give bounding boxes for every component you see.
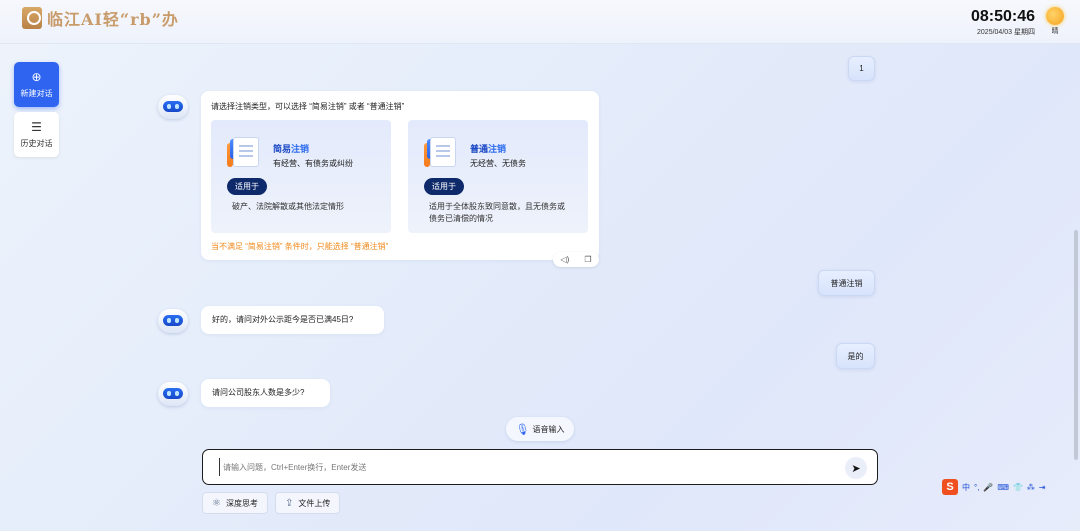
bot-message: 请选择注销类型，可以选择 “简易注销” 或者 “普通注销” 简易注销 有经营、有… (201, 91, 599, 267)
microphone-icon: 🎙 (515, 423, 530, 436)
ime-item[interactable]: ⇥ (1039, 483, 1046, 492)
user-message-text: 是的 (847, 352, 864, 361)
ime-logo-icon: S (942, 479, 958, 495)
logo-icon (22, 7, 42, 29)
new-chat-button[interactable]: ⊕ 新建对话 (14, 62, 59, 107)
clock-date: 2025/04/03 星期四 (977, 29, 1035, 36)
scrollbar[interactable] (1074, 50, 1078, 520)
ime-item[interactable]: 中 (962, 482, 970, 493)
voice-input-button[interactable]: 🎙 语音输入 (506, 417, 574, 441)
ime-item[interactable]: ⌨ (997, 483, 1009, 492)
bot-avatar (156, 93, 190, 123)
option-card-simple[interactable]: 简易注销 有经营、有债务或纠纷 适用于 破产、法院解散或其他法定情形 (211, 120, 391, 233)
sun-icon (1046, 7, 1064, 25)
message-actions: ◁) ❐ (553, 252, 599, 267)
copy-icon[interactable]: ❐ (584, 255, 591, 264)
new-chat-label: 新建对话 (20, 88, 53, 98)
bot-avatar (156, 307, 190, 337)
atom-icon: ⚛ (212, 497, 221, 509)
chat-input-box: ➤ (202, 449, 878, 485)
card-description: 适用于全体股东致同意散，且无债务或债务已清偿的情况 (429, 202, 565, 223)
weather-label: 晴 (1051, 28, 1059, 35)
speaker-icon[interactable]: ◁) (561, 255, 570, 264)
bot-message-text: 请问公司股东人数是多少? (212, 388, 305, 397)
document-icon (227, 137, 261, 169)
applies-to-badge: 适用于 (424, 178, 464, 195)
logo-text: 临江AI轻“rb”办 (47, 10, 179, 29)
file-upload-button[interactable]: ⇪ 文件上传 (275, 492, 341, 514)
send-button[interactable]: ➤ (845, 457, 867, 479)
bot-avatar (156, 380, 190, 410)
top-bar: 临江AI轻“rb”办 08:50:46 2025/04/03 星期四 晴 (0, 0, 1080, 44)
weather: 晴 (1044, 7, 1066, 36)
document-icon (424, 137, 458, 169)
card-subtitle: 无经营、无债务 (470, 159, 526, 168)
history-label: 历史对话 (20, 138, 53, 148)
ime-item[interactable]: 🎤 (983, 483, 993, 492)
clock-time: 08:50:46 (970, 8, 1035, 25)
user-message-text: 1 (859, 64, 864, 73)
note-text: 当不满足 “简易注销” 条件时，只能选择 “普通注销” (211, 242, 389, 251)
bot-message: 好的，请问对外公示距今是否已满45日? (201, 306, 384, 334)
upload-icon: ⇪ (285, 497, 294, 509)
send-icon: ➤ (851, 462, 861, 475)
card-subtitle: 有经营、有债务或纠纷 (273, 159, 353, 168)
option-card-normal[interactable]: 普通注销 无经营、无债务 适用于 适用于全体股东致同意散，且无债务或债务已清偿的… (408, 120, 588, 233)
chat-input[interactable] (219, 458, 819, 476)
bot-message: 请问公司股东人数是多少? (201, 379, 330, 407)
user-message: 普通注销 (818, 270, 875, 296)
clock: 08:50:46 2025/04/03 星期四 (971, 8, 1035, 37)
ime-item[interactable]: ⁂ (1027, 483, 1035, 492)
voice-input-label: 语音输入 (532, 424, 565, 434)
ime-item[interactable]: 👕 (1013, 483, 1023, 492)
user-message-text: 普通注销 (830, 279, 863, 288)
card-title: 简易注销 (273, 144, 310, 154)
ime-item[interactable]: °, (974, 483, 979, 492)
new-chat-icon: ⊕ (31, 69, 42, 84)
card-title: 普通注销 (470, 144, 507, 154)
deep-think-button[interactable]: ⚛ 深度思考 (202, 492, 268, 514)
bot-message-text: 请选择注销类型，可以选择 “简易注销” 或者 “普通注销” (211, 102, 405, 111)
file-upload-label: 文件上传 (298, 498, 331, 508)
app-logo: 临江AI轻“rb”办 (22, 6, 179, 30)
ime-toolbar[interactable]: S 中 °, 🎤 ⌨ 👕 ⁂ ⇥ (942, 479, 1056, 495)
bot-message-text: 好的，请问对外公示距今是否已满45日? (212, 315, 354, 324)
scrollbar-thumb[interactable] (1074, 230, 1078, 460)
deep-think-label: 深度思考 (225, 498, 258, 508)
applies-to-badge: 适用于 (227, 178, 267, 195)
user-message: 1 (848, 56, 875, 81)
user-message: 是的 (836, 343, 875, 369)
history-button[interactable]: ☰ 历史对话 (14, 112, 59, 157)
history-icon: ☰ (31, 119, 42, 134)
card-description: 破产、法院解散或其他法定情形 (232, 202, 344, 211)
